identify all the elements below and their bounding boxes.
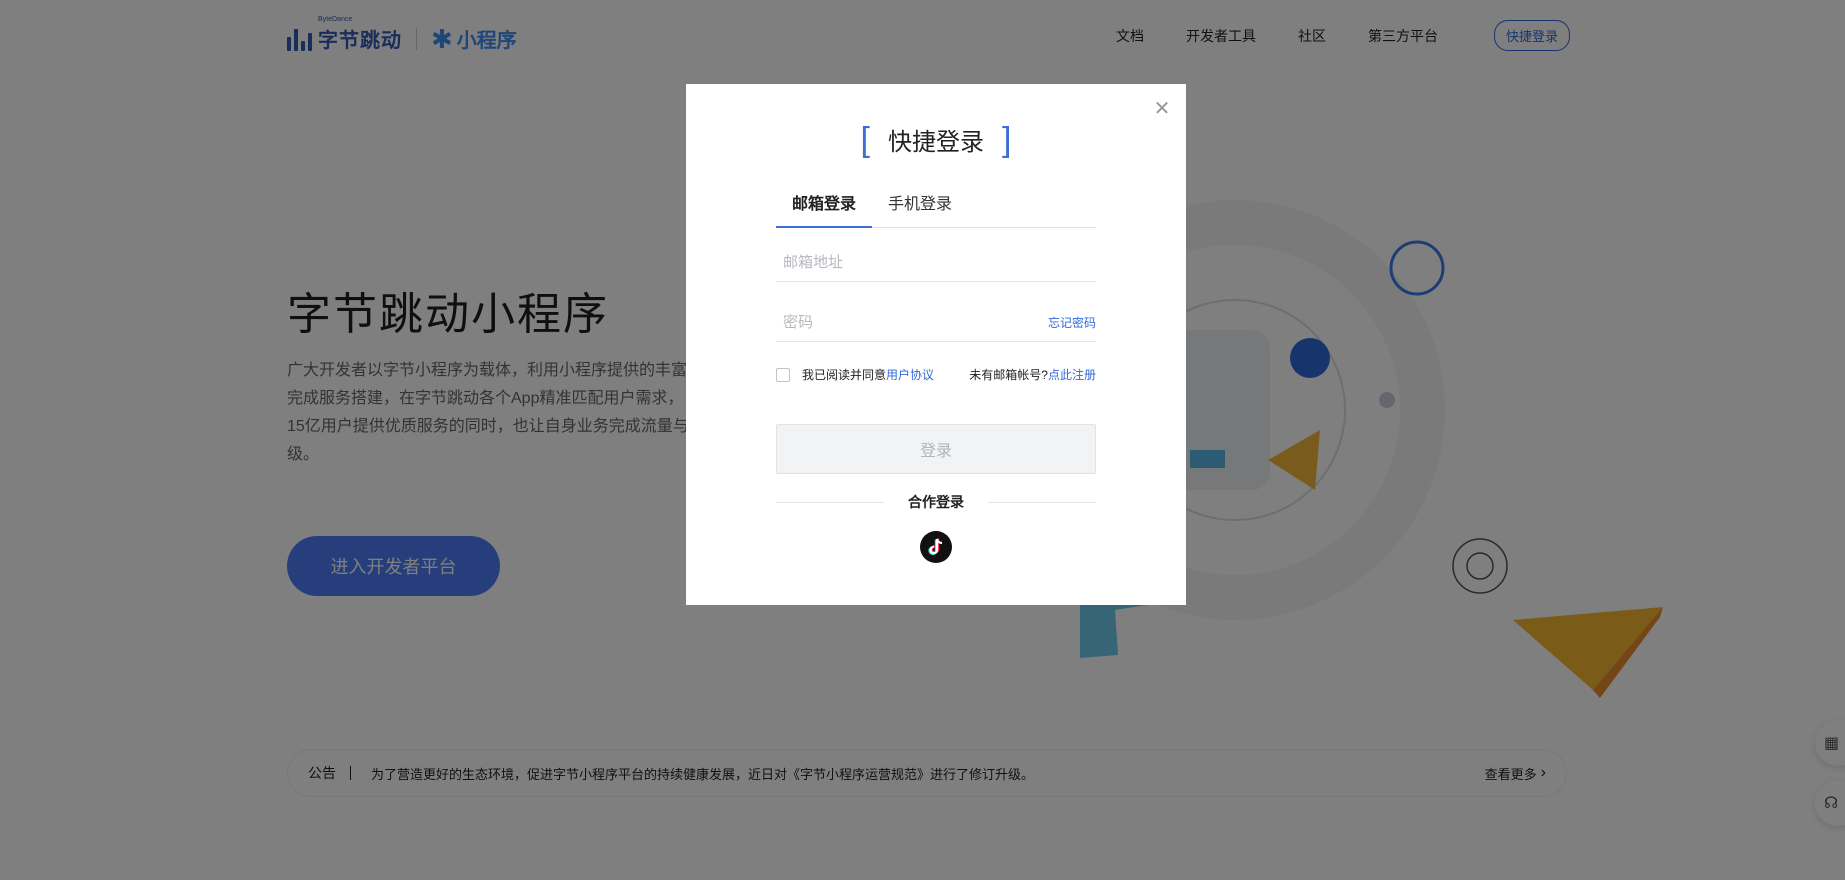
register-link[interactable]: 点此注册 [1048, 366, 1096, 383]
tiktok-icon[interactable] [920, 531, 952, 563]
tiktok-glyph [928, 538, 943, 555]
close-icon[interactable]: ✕ [1150, 96, 1174, 120]
partner-login-divider: 合作登录 [776, 492, 1096, 512]
divider-line [988, 501, 1096, 503]
user-agreement-link[interactable]: 用户协议 [886, 366, 934, 383]
agree-text: 我已阅读并同意 [802, 368, 887, 382]
quick-login-modal: ✕ [ 快捷登录 ] 邮箱登录 手机登录 忘记密码 我已阅读并同意 用户协议 未… [686, 84, 1186, 605]
left-bracket-icon: [ [860, 120, 870, 159]
no-account-text: 未有邮箱帐号? [969, 368, 1048, 382]
divider-line [776, 501, 884, 503]
modal-title: [ 快捷登录 ] [686, 122, 1186, 157]
agreement-row: 我已阅读并同意 用户协议 未有邮箱帐号? 点此注册 [776, 366, 1096, 383]
password-input[interactable] [776, 314, 1006, 331]
login-tabs: 邮箱登录 手机登录 [776, 194, 1096, 228]
email-input[interactable] [776, 254, 1006, 271]
email-field-row [776, 244, 1096, 282]
login-button[interactable]: 登录 [776, 424, 1096, 474]
modal-title-text: 快捷登录 [888, 129, 984, 156]
tab-phone-login[interactable]: 手机登录 [872, 194, 968, 228]
partner-login-title: 合作登录 [908, 494, 964, 510]
agree-checkbox[interactable] [776, 367, 790, 382]
tab-email-login[interactable]: 邮箱登录 [776, 194, 873, 228]
forgot-password-link[interactable]: 忘记密码 [1048, 314, 1096, 331]
right-bracket-icon: ] [1002, 120, 1012, 159]
password-field-row: 忘记密码 [776, 304, 1096, 342]
